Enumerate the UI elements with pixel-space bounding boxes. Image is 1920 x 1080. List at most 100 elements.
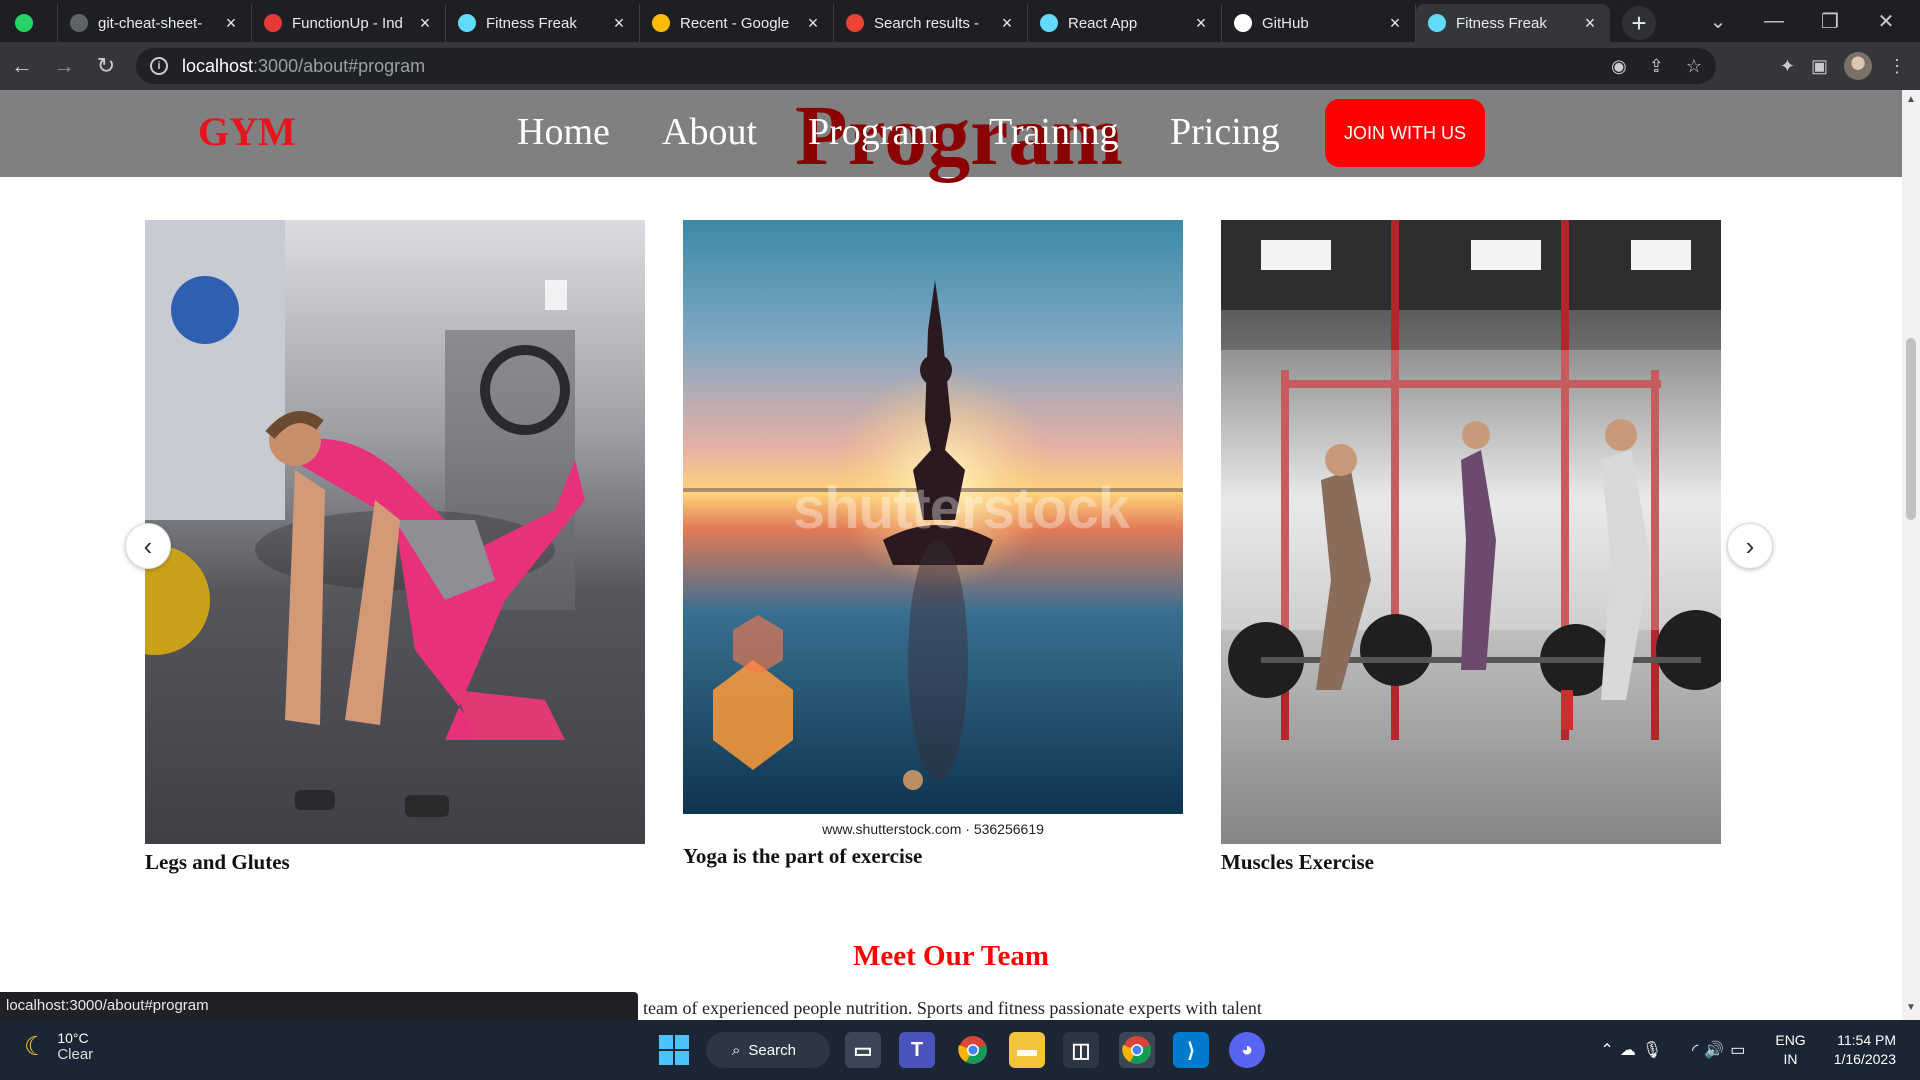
browser-tab[interactable]: FunctionUp - Ind × [252,4,446,42]
nav-program[interactable]: Program [808,110,939,154]
carousel-next-button[interactable]: › [1727,523,1773,569]
url-host: localhost [182,55,254,76]
image-watermark: shutterstock [793,476,1130,541]
browser-tab[interactable]: git-cheat-sheet- × [58,4,252,42]
scrollbar-thumb[interactable] [1906,338,1916,520]
scroll-up-icon[interactable]: ▲ [1902,94,1920,105]
react-icon [1040,14,1058,32]
start-windows-icon[interactable] [656,1032,692,1068]
language-indicator[interactable]: ENG IN [1775,1031,1805,1069]
nav-about[interactable]: About [662,110,757,154]
address-bar[interactable]: i localhost:3000/about#program ◉ ⇪ ☆ [136,48,1716,84]
task-view-icon[interactable]: ▭ [845,1032,881,1068]
share-icon[interactable]: ⇪ [1649,56,1664,77]
close-tab-icon[interactable]: × [611,13,627,34]
file-explorer-icon[interactable]: ▬ [1009,1032,1045,1068]
browser-tab[interactable]: Fitness Freak × [446,4,640,42]
browser-tab[interactable]: Fitness Freak × [1416,4,1610,42]
discord-icon[interactable]: ◕ [1229,1032,1265,1068]
language-region: IN [1783,1051,1798,1067]
search-icon: ⌕ [732,1041,741,1059]
taskbar-clock[interactable]: 11:54 PM 1/16/2023 [1834,1031,1896,1069]
back-button[interactable]: ← [2,46,42,86]
page-scrollbar[interactable]: ▲ ▼ [1902,90,1920,1020]
close-tab-icon[interactable]: × [1387,13,1403,34]
join-button[interactable]: JOIN WITH US [1325,99,1485,167]
chrome-active-icon[interactable] [1119,1032,1155,1068]
clock-time: 11:54 PM [1837,1032,1896,1048]
weather-widget[interactable]: ☾ 10°C Clear [24,1030,93,1063]
extensions-puzzle-icon[interactable]: ✦ [1780,56,1795,77]
weather-description: Clear [57,1046,94,1063]
close-tab-icon[interactable]: × [1582,13,1598,34]
scroll-down-icon[interactable]: ▼ [1902,1002,1920,1013]
woman-exercising-in-gym-photo [145,220,645,844]
functionup-icon [264,14,282,32]
browser-tab[interactable] [0,4,58,42]
language-code: ENG [1775,1032,1806,1048]
restore-icon[interactable]: ❐ [1802,0,1858,42]
program-card[interactable]: Muscles Exercise [1221,220,1721,875]
crossfit-photo-art [1221,220,1721,844]
moon-icon: ☾ [24,1031,48,1061]
close-tab-icon[interactable]: × [1193,13,1209,34]
carousel-prev-button[interactable]: ‹ [125,523,171,569]
gym-photo-art [145,220,645,844]
close-tab-icon[interactable]: × [417,13,433,34]
new-tab-button[interactable]: + [1622,6,1656,40]
reload-button[interactable]: ↻ [86,46,126,86]
network-sound-battery-icons[interactable]: ◜🔊▭ [1692,1040,1751,1060]
forward-button[interactable]: → [44,46,84,86]
crossfit-group-barbell-photo [1221,220,1721,844]
taskbar-search[interactable]: ⌕ Search [706,1032,830,1068]
minimize-icon[interactable]: — [1746,0,1802,42]
teams-icon[interactable]: T [899,1032,935,1068]
vscode-icon[interactable]: ⟩ [1173,1032,1209,1068]
close-tab-icon[interactable]: × [223,13,239,34]
eye-off-icon[interactable]: ◉ [1611,56,1627,77]
tab-search-icon[interactable]: ⌄ [1690,0,1746,42]
browser-tab[interactable]: Search results - × [834,4,1028,42]
nav-training[interactable]: Training [989,110,1119,154]
browser-tab-strip: git-cheat-sheet- × FunctionUp - Ind × Fitnes… [0,0,1920,42]
chevron-right-icon: › [1745,530,1755,561]
tab-title: GitHub [1262,14,1309,32]
side-panel-icon[interactable]: ▣ [1811,56,1828,77]
clock-date: 1/16/2023 [1833,1051,1896,1067]
card-caption: Muscles Exercise [1221,850,1374,874]
google-drive-icon [652,14,670,32]
address-url[interactable]: localhost:3000/about#program [182,56,425,77]
tab-title: Recent - Google [680,14,790,32]
bookmark-star-icon[interactable]: ☆ [1686,56,1702,77]
windows-taskbar: ☾ 10°C Clear ⌕ Search ▭ T ▬ ◫ ⟩ ◕ ⌃☁🎙 ◜🔊… [0,1020,1920,1080]
tab-title: Fitness Freak [486,14,577,32]
nav-pricing[interactable]: Pricing [1170,110,1280,154]
microsoft-store-icon[interactable]: ◫ [1063,1032,1099,1068]
menu-kebab-icon[interactable]: ⋮ [1888,56,1906,77]
close-tab-icon[interactable]: × [805,13,821,34]
browser-tab[interactable]: GitHub × [1222,4,1416,42]
profile-avatar[interactable] [1844,52,1872,80]
program-card[interactable]: Legs and Glutes [145,220,645,875]
brand-logo[interactable]: GYM [198,108,296,155]
react-icon [458,14,476,32]
yoga-silhouette-sunset-beach-photo: shutterstock [683,220,1183,814]
team-description: team of experienced people nutrition. Sp… [643,998,1262,1018]
weather-temperature: 10°C [57,1030,89,1046]
team-heading: Meet Our Team [853,940,1049,972]
site-info-icon[interactable]: i [150,57,168,75]
close-tab-icon[interactable]: × [999,13,1015,34]
card-caption: Yoga is the part of exercise [683,844,923,868]
tab-title: FunctionUp - Ind [292,14,403,32]
program-card[interactable]: shutterstock www.shutterstock.com · 5362… [683,220,1183,869]
tray-icons[interactable]: ⌃☁🎙 [1600,1040,1668,1060]
globe-icon [70,14,88,32]
nav-home[interactable]: Home [517,110,610,154]
chrome-icon[interactable] [955,1032,991,1068]
browser-toolbar: ← → ↻ i localhost:3000/about#program ◉ ⇪… [0,42,1920,90]
close-window-icon[interactable]: ✕ [1858,0,1914,42]
browser-tab[interactable]: React App × [1028,4,1222,42]
gmail-icon [846,14,864,32]
browser-tab[interactable]: Recent - Google × [640,4,834,42]
tab-title: React App [1068,14,1138,32]
